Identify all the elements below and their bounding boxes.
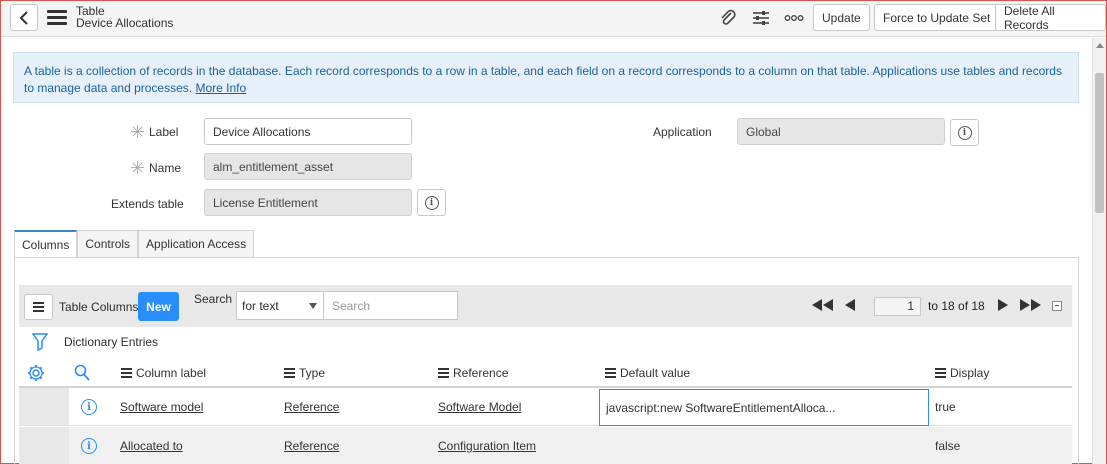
mandatory-icon: ✳ [130, 158, 146, 178]
tab-application-access[interactable]: Application Access [138, 230, 255, 257]
list-toolbar: Table Columns New Search for text Search… [19, 285, 1072, 327]
chevron-left-icon [19, 10, 28, 25]
cell-column-label[interactable]: Allocated to [120, 439, 183, 453]
personalize-form-icon[interactable] [750, 8, 772, 28]
scroll-up-icon[interactable] [1096, 43, 1104, 48]
column-menu-icon [935, 366, 946, 380]
cell-column-label[interactable]: Software model [120, 400, 203, 414]
scroll-thumb[interactable] [1095, 73, 1104, 213]
cell-reference[interactable]: Configuration Item [438, 439, 536, 453]
list-title: Table Columns [59, 300, 139, 314]
first-page-icon[interactable] [812, 299, 834, 314]
column-header-text: Reference [453, 366, 509, 380]
search-label: Search [194, 292, 233, 306]
column-header-text: Column label [136, 366, 207, 380]
column-header-text: Default value [620, 366, 691, 380]
extends-table-field: License Entitlement [204, 189, 412, 216]
cell-display: false [935, 439, 961, 453]
column-header-reference[interactable]: Reference [438, 366, 508, 380]
column-header-text: Type [299, 366, 326, 380]
column-menu-icon [121, 366, 132, 380]
application-label: Application [653, 125, 712, 139]
back-button[interactable] [10, 4, 38, 31]
record-preview-icon[interactable]: i [81, 438, 97, 454]
cell-type[interactable]: Reference [284, 439, 339, 453]
more-info-link[interactable]: More Info [195, 81, 246, 95]
row-select-cell[interactable] [19, 388, 69, 425]
cell-default-value[interactable]: javascript:new SoftwareEntitlementAlloca… [599, 389, 929, 426]
list-column-header: Column label Type Reference Default valu… [19, 358, 1072, 388]
context-menu-icon[interactable] [47, 10, 67, 26]
row-select-cell[interactable] [19, 427, 69, 464]
label-field-label: Label [149, 125, 179, 139]
search-field-select[interactable]: for text [236, 291, 324, 320]
column-header-text: Display [950, 366, 990, 380]
new-button[interactable]: New [138, 292, 179, 321]
search-select-value: for text [242, 298, 279, 313]
attachment-icon[interactable] [717, 8, 739, 28]
mandatory-icon: ✳ [130, 122, 146, 142]
gear-icon[interactable] [27, 364, 45, 385]
column-menu-icon [284, 366, 295, 380]
record-display-name: Device Allocations [76, 16, 174, 30]
table-row[interactable]: i Allocated to Reference Configuration I… [19, 427, 1072, 464]
more-options-icon[interactable] [783, 8, 805, 28]
collapse-list-icon[interactable] [1052, 301, 1062, 311]
search-input[interactable]: Search [323, 291, 458, 320]
record-preview-icon[interactable]: i [81, 399, 97, 415]
force-update-set-button[interactable]: Force to Update Set [874, 4, 1000, 31]
dropdown-arrow-icon [309, 303, 317, 309]
page-scrollbar[interactable] [1092, 38, 1106, 464]
next-page-icon[interactable] [997, 299, 1008, 314]
search-icon[interactable] [74, 364, 90, 384]
column-header-type[interactable]: Type [284, 366, 325, 380]
previous-page-icon[interactable] [845, 299, 856, 314]
extends-table-label: Extends table [111, 197, 184, 211]
info-icon: i [424, 195, 439, 210]
extends-table-info-button[interactable]: i [417, 189, 446, 216]
pager-total: to 18 of 18 [928, 299, 985, 313]
tab-columns[interactable]: Columns [14, 230, 78, 258]
breadcrumb: Dictionary Entries [32, 331, 158, 353]
delete-all-records-button[interactable]: Delete All Records [995, 4, 1106, 32]
cell-type[interactable]: Reference [284, 400, 339, 414]
list-menu-button[interactable] [24, 294, 53, 320]
application-field: Global [737, 118, 945, 145]
column-menu-icon [438, 366, 449, 380]
column-menu-icon [605, 366, 616, 380]
table-row[interactable]: i Software model Reference Software Mode… [19, 388, 1072, 426]
name-field-label: Name [149, 161, 182, 175]
column-header-label[interactable]: Column label [121, 366, 206, 380]
cell-reference[interactable]: Software Model [438, 400, 521, 414]
info-icon: i [957, 125, 972, 140]
label-input[interactable]: Device Allocations [204, 118, 412, 145]
column-header-default-value[interactable]: Default value [605, 366, 690, 380]
application-info-button[interactable]: i [950, 119, 979, 146]
update-button[interactable]: Update [813, 4, 870, 31]
breadcrumb-item[interactable]: Dictionary Entries [64, 335, 158, 349]
filter-icon[interactable] [32, 333, 48, 351]
info-message: A table is a collection of records in th… [13, 52, 1079, 103]
tab-controls[interactable]: Controls [77, 230, 139, 257]
name-field: alm_entitlement_asset [204, 153, 412, 180]
page-number-input[interactable]: 1 [874, 297, 921, 316]
record-title: Table Device Allocations [76, 5, 173, 29]
cell-display: true [935, 400, 956, 414]
column-header-display[interactable]: Display [935, 366, 989, 380]
record-header: Table Device Allocations Update Force to… [1, 1, 1106, 37]
related-list-tabs: Columns Controls Application Access [14, 230, 255, 258]
info-message-text: A table is a collection of records in th… [24, 64, 1062, 95]
last-page-icon[interactable] [1019, 299, 1041, 314]
